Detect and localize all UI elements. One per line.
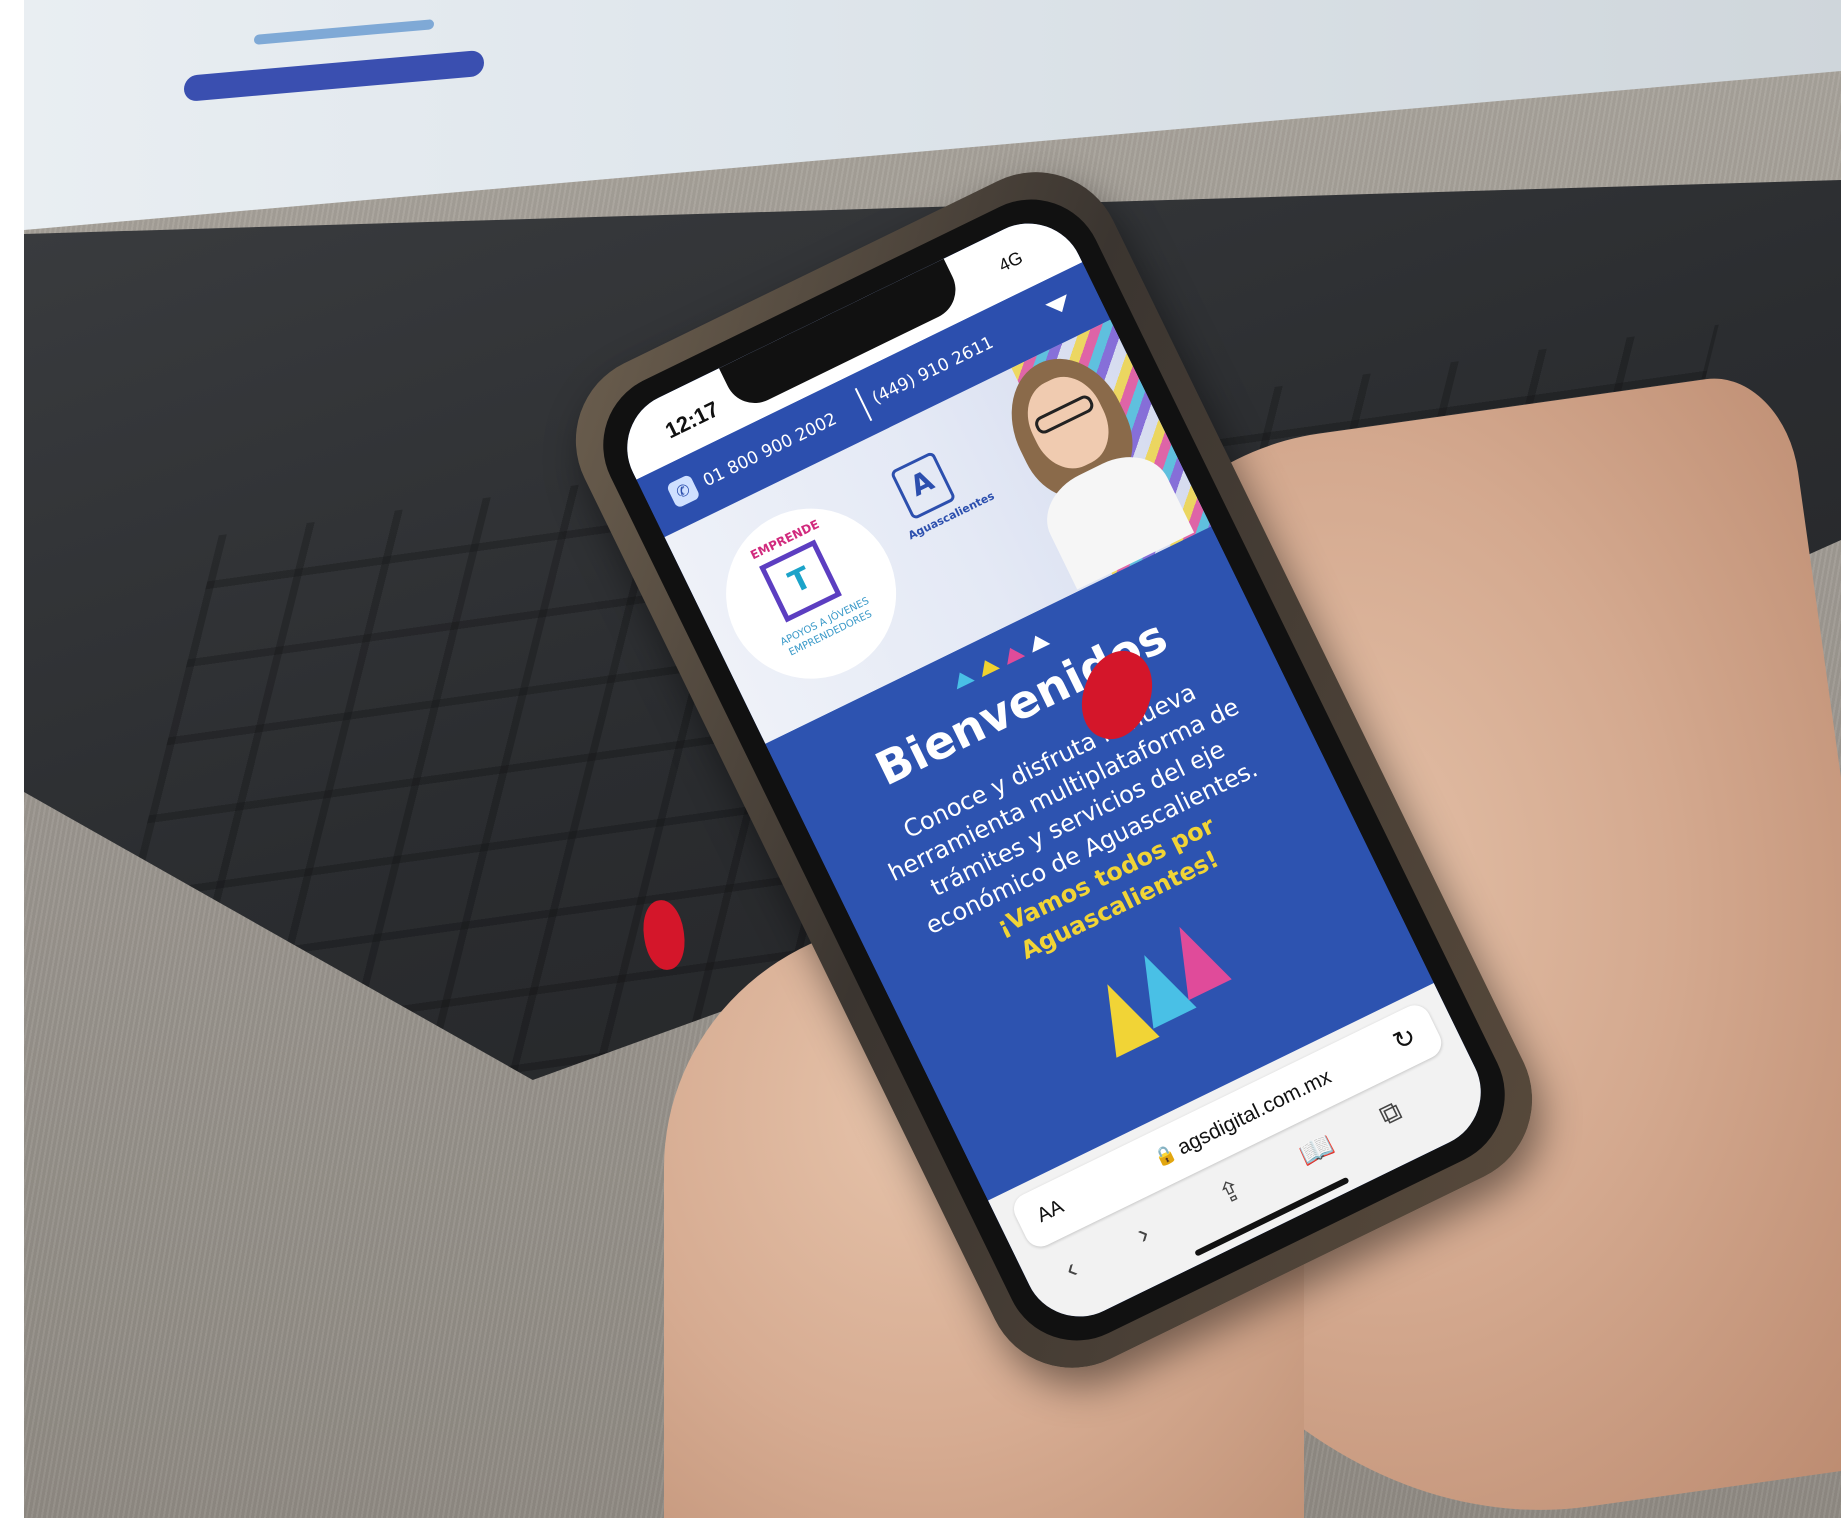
triangle-icon [950, 668, 975, 690]
share-icon[interactable]: ⇪ [1213, 1172, 1249, 1212]
laptop-screen-bar [184, 49, 484, 103]
text-size-button[interactable]: AA [1034, 1195, 1068, 1227]
laptop-screen-bar-small [254, 19, 434, 45]
triangle-icon [975, 655, 1000, 678]
tabs-icon[interactable]: ⧉ [1375, 1094, 1407, 1132]
lock-icon: 🔒 [1150, 1141, 1180, 1170]
dropdown-menu-icon[interactable] [1045, 294, 1073, 318]
ags-digital-logo [1068, 911, 1260, 1080]
reload-icon[interactable]: ↻ [1388, 1020, 1421, 1057]
bookmarks-icon[interactable]: 📖 [1294, 1127, 1340, 1172]
triangle-icon [1026, 631, 1051, 653]
network-indicator: 4G [995, 247, 1026, 276]
forward-icon[interactable]: › [1132, 1217, 1154, 1250]
back-icon[interactable]: ‹ [1060, 1253, 1082, 1286]
triangle-icon [1001, 643, 1026, 665]
aguascalientes-seal: A Aguascalientes [880, 446, 996, 576]
emprende-logo: EMPRENDE T APOYOS A JÓVENES EMPRENDEDORE… [697, 479, 925, 708]
photo: 12:17 4G ✆ 01 800 900 2002 (449) 910 261… [24, 0, 1841, 1518]
phone-icon: ✆ [665, 473, 701, 509]
status-time: 12:17 [661, 396, 723, 444]
